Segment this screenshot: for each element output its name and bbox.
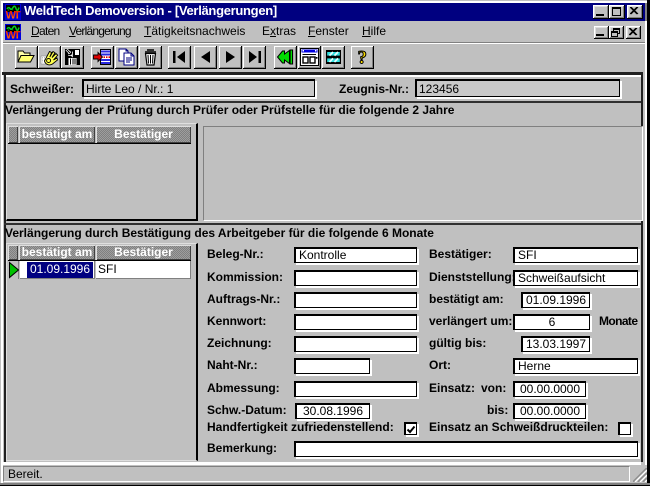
svg-text:?: ? — [358, 48, 368, 68]
svg-text:WT: WT — [6, 10, 21, 21]
